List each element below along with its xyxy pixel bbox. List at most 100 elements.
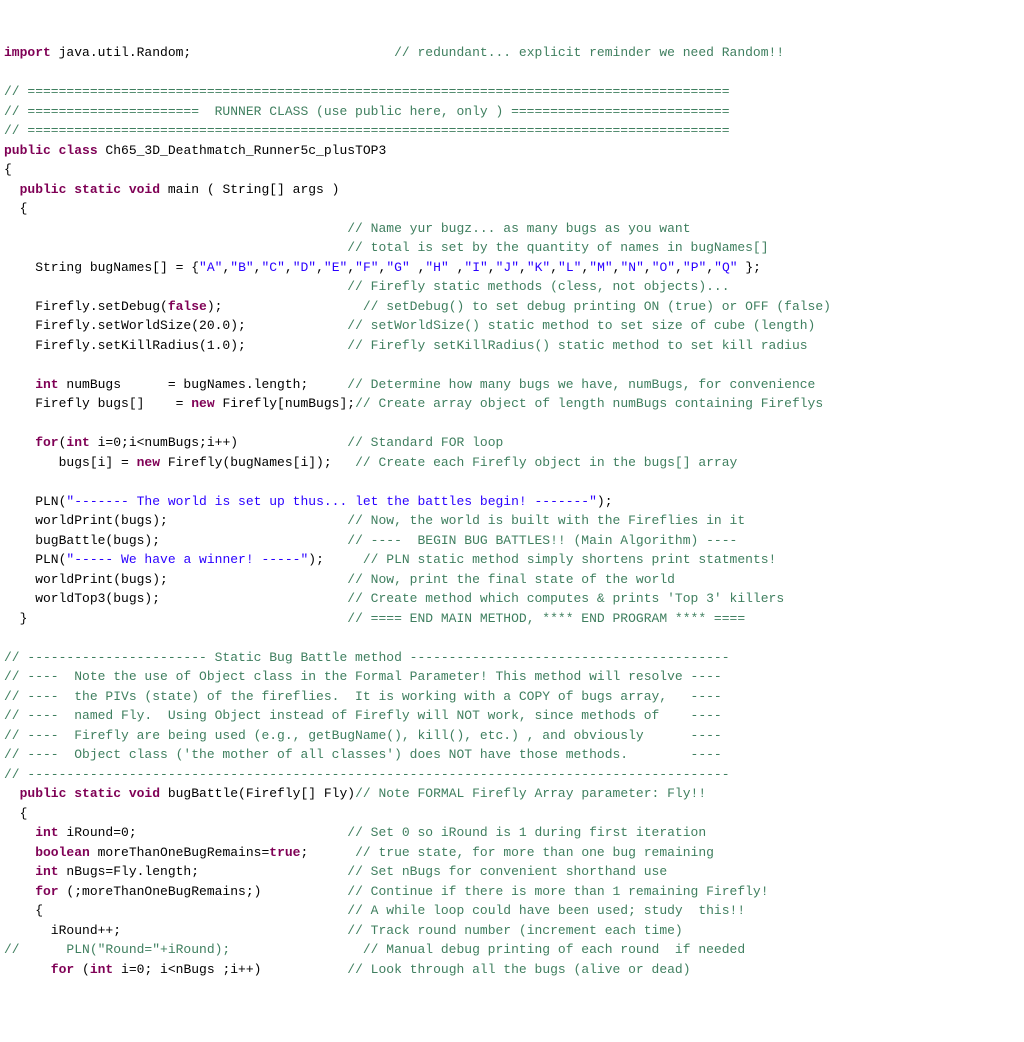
code-text: Firefly[numBugs]; xyxy=(215,396,355,411)
code-text: java.util.Random; xyxy=(51,45,394,60)
comment: // -------------------------------------… xyxy=(4,767,730,782)
string: "M" xyxy=(589,260,612,275)
keyword: public static void xyxy=(4,182,160,197)
comment: // ---- Note the use of Object class in … xyxy=(4,669,722,684)
keyword: for xyxy=(4,884,59,899)
comment: // Look through all the bugs (alive or d… xyxy=(347,962,690,977)
comment: // ====================== RUNNER CLASS (… xyxy=(4,104,730,119)
string: "------- The world is set up thus... let… xyxy=(66,494,597,509)
comment: // Create method which computes & prints… xyxy=(347,591,784,606)
comment: // ---- the PIVs (state) of the fireflie… xyxy=(4,689,722,704)
keyword-import: import xyxy=(4,45,51,60)
code-text: Firefly.setWorldSize(20.0); xyxy=(4,318,347,333)
code-text: i=0;i<numBugs;i++) xyxy=(90,435,347,450)
code-text: } xyxy=(4,611,347,626)
string: "H" xyxy=(425,260,448,275)
code-text: ); xyxy=(207,299,363,314)
comment: // =====================================… xyxy=(4,84,730,99)
code-text: PLN( xyxy=(4,552,66,567)
comment: // Set 0 so iRound is 1 during first ite… xyxy=(347,825,706,840)
code-text: i=0; i<nBugs ;i++) xyxy=(113,962,347,977)
keyword: false xyxy=(168,299,207,314)
brace: { xyxy=(4,201,27,216)
code-text: iRound=0; xyxy=(59,825,348,840)
punct: , xyxy=(550,260,558,275)
comment: // Set nBugs for convenient shorthand us… xyxy=(347,864,667,879)
string: "F" xyxy=(355,260,378,275)
class-name: Ch65_3D_Deathmatch_Runner5c_plusTOP3 xyxy=(98,143,387,158)
string: "D" xyxy=(293,260,316,275)
comment: // Create array object of length numBugs… xyxy=(355,396,823,411)
comment: // ---- Firefly are being used (e.g., ge… xyxy=(4,728,722,743)
keyword: public class xyxy=(4,143,98,158)
comment: // PLN static method simply shortens pri… xyxy=(363,552,776,567)
string: "E" xyxy=(324,260,347,275)
code-text: bugs[i] = xyxy=(4,455,137,470)
string: "G" xyxy=(386,260,409,275)
string: "K" xyxy=(527,260,550,275)
string: "I" xyxy=(464,260,487,275)
keyword: for xyxy=(4,962,74,977)
punct: ); xyxy=(597,494,613,509)
string: "----- We have a winner! -----" xyxy=(66,552,308,567)
keyword: for xyxy=(4,435,59,450)
code-text: { xyxy=(4,903,347,918)
comment: // ---- Object class ('the mother of all… xyxy=(4,747,722,762)
code-text: Firefly(bugNames[i]); xyxy=(160,455,355,470)
comment: // total is set by the quantity of names… xyxy=(4,240,769,255)
keyword: new xyxy=(191,396,214,411)
comment: // Continue if there is more than 1 rema… xyxy=(347,884,768,899)
comment: // Now, print the final state of the wor… xyxy=(347,572,675,587)
code-text: PLN( xyxy=(4,494,66,509)
comment: // Manual debug printing of each round i… xyxy=(363,942,745,957)
string: "L" xyxy=(558,260,581,275)
comment: // Now, the world is built with the Fire… xyxy=(347,513,745,528)
comment: // true state, for more than one bug rem… xyxy=(355,845,714,860)
comment: // Standard FOR loop xyxy=(347,435,503,450)
comment: // setDebug() to set debug printing ON (… xyxy=(363,299,831,314)
keyword: boolean xyxy=(4,845,90,860)
string: "N" xyxy=(620,260,643,275)
code-text: nBugs=Fly.length; xyxy=(59,864,348,879)
code-text: worldTop3(bugs); xyxy=(4,591,347,606)
comment: // Create each Firefly object in the bug… xyxy=(355,455,737,470)
comment: // Firefly static methods (cless, not ob… xyxy=(4,279,730,294)
comment: // ---- named Fly. Using Object instead … xyxy=(4,708,722,723)
punct: , xyxy=(488,260,496,275)
punct: , xyxy=(316,260,324,275)
code-text: iRound++; xyxy=(4,923,347,938)
punct: , xyxy=(519,260,527,275)
keyword: true xyxy=(269,845,300,860)
punct: ; xyxy=(300,845,355,860)
punct: , xyxy=(644,260,652,275)
punct: ); xyxy=(308,552,363,567)
comment: // ==== END MAIN METHOD, **** END PROGRA… xyxy=(347,611,745,626)
code-text: Firefly bugs[] = xyxy=(4,396,191,411)
comment: // PLN("Round="+iRound); xyxy=(4,942,363,957)
keyword: int xyxy=(4,825,59,840)
comment: // ---- BEGIN BUG BATTLES!! (Main Algori… xyxy=(347,533,737,548)
code-text: Firefly.setDebug( xyxy=(4,299,168,314)
method-sig: main ( String[] args ) xyxy=(160,182,339,197)
code-text: bugBattle(bugs); xyxy=(4,533,347,548)
string: "B" xyxy=(230,260,253,275)
brace: { xyxy=(4,162,12,177)
comment: // Determine how many bugs we have, numB… xyxy=(347,377,815,392)
keyword: public static void xyxy=(4,786,160,801)
keyword: int xyxy=(66,435,89,450)
code-text: numBugs = bugNames.length; xyxy=(59,377,348,392)
code-text: Firefly.setKillRadius(1.0); xyxy=(4,338,347,353)
string: "O" xyxy=(652,260,675,275)
string: "P" xyxy=(683,260,706,275)
comment: // Name yur bugz... as many bugs as you … xyxy=(4,221,691,236)
punct: , xyxy=(706,260,714,275)
code-text: String bugNames[] = { xyxy=(4,260,199,275)
punct: , xyxy=(449,260,465,275)
comment: // Firefly setKillRadius() static method… xyxy=(347,338,807,353)
keyword: int xyxy=(90,962,113,977)
comment: // Track round number (increment each ti… xyxy=(347,923,682,938)
string: "C" xyxy=(261,260,284,275)
string: "J" xyxy=(496,260,519,275)
keyword: int xyxy=(4,864,59,879)
comment: // =====================================… xyxy=(4,123,730,138)
